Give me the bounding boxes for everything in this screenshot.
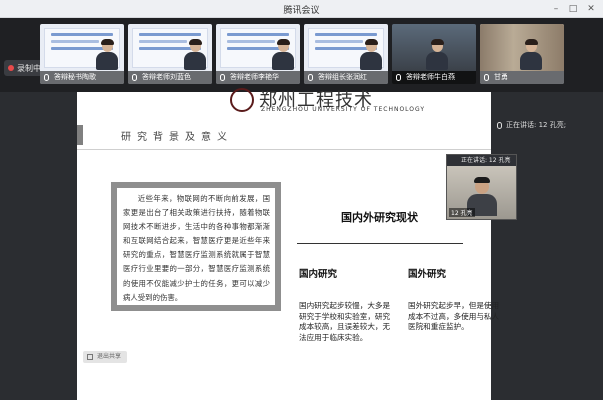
speaker-name: 12 孔亮	[449, 208, 475, 217]
mic-icon	[396, 74, 401, 81]
participant-tile[interactable]: 答辩秘书陶歌	[40, 24, 124, 84]
participant-video	[360, 39, 382, 70]
speaking-indicator: 正在讲话: 12 孔亮;	[497, 118, 566, 132]
speaker-video-overlay[interactable]: 正在讲话: 12 孔亮 12 孔亮	[446, 154, 517, 220]
participant-tile[interactable]: 甘勇	[480, 24, 564, 84]
exit-share-button[interactable]: 退出共享	[83, 351, 128, 363]
mic-icon	[484, 74, 489, 81]
minimize-icon[interactable]: –	[549, 2, 563, 16]
maximize-icon[interactable]: □	[566, 2, 580, 16]
participant-name: 答辩组长张润红	[304, 71, 388, 84]
recording-indicator[interactable]: 录制中	[4, 60, 45, 76]
participant-avatar	[426, 39, 448, 70]
screen-share-icon	[87, 354, 93, 360]
mic-icon	[220, 74, 225, 81]
mic-icon	[44, 74, 49, 81]
research-status-heading: 国内外研究现状	[341, 211, 418, 224]
speaker-overlay-header: 正在讲话: 12 孔亮	[461, 157, 511, 164]
window-title: 腾讯会议	[283, 6, 320, 16]
mic-icon	[132, 74, 137, 81]
record-dot-icon	[8, 65, 14, 71]
participant-name: 答辩秘书陶歌	[40, 71, 124, 84]
participant-video	[272, 39, 294, 70]
domestic-research-text: 国内研究起步较慢，大多是研究于学校和实验室，研究成本较高，且误差较大，无法应用于…	[299, 301, 391, 342]
participant-name: 甘勇	[480, 71, 564, 84]
close-icon[interactable]: ✕	[584, 2, 598, 16]
participant-tile[interactable]: 答辩老师李艳华	[216, 24, 300, 84]
heading-divider	[297, 243, 463, 244]
participant-name: 答辩老师牛白燕	[392, 71, 476, 84]
background-text: 近些年来，物联网的不断向前发展，国家更是出台了相关政策进行扶持，随着物联网技术不…	[117, 188, 275, 305]
participant-avatar	[520, 39, 542, 70]
foreign-research-title: 国外研究	[408, 269, 447, 280]
participant-name: 答辩老师刘蓝色	[128, 71, 212, 84]
mic-icon	[308, 74, 313, 81]
section-title: 研究背景及意义	[121, 132, 233, 143]
shared-screen: 郑州工程技术 ZHENGZHOU UNIVERSITY OF TECHNOLOG…	[77, 88, 499, 400]
participant-strip: 录制中 答辩秘书陶歌 答辩老师刘蓝色 答辩老师李艳华 答辩组长张润红 答辩老师牛…	[0, 18, 603, 92]
section-marker	[77, 125, 83, 145]
mic-icon	[497, 121, 502, 129]
participant-video	[96, 39, 118, 70]
section-divider	[77, 149, 491, 150]
university-logo	[230, 88, 254, 112]
participant-tile[interactable]: 答辩组长张润红	[304, 24, 388, 84]
title-bar: 腾讯会议 – □ ✕	[0, 0, 603, 18]
foreign-research-text: 国外研究起步早，但是使用成本不过高，多使用与私人医院和重症监护。	[408, 301, 500, 331]
university-name-en: ZHENGZHOU UNIVERSITY OF TECHNOLOGY	[261, 106, 426, 113]
participant-name: 答辩老师李艳华	[216, 71, 300, 84]
record-label: 录制中	[17, 63, 41, 73]
background-text-frame: 近些年来，物联网的不断向前发展，国家更是出台了相关政策进行扶持，随着物联网技术不…	[111, 182, 281, 311]
domestic-research-title: 国内研究	[299, 269, 338, 280]
participant-tile[interactable]: 答辩老师牛白燕	[392, 24, 476, 84]
participant-video	[184, 39, 206, 70]
participant-tile[interactable]: 答辩老师刘蓝色	[128, 24, 212, 84]
